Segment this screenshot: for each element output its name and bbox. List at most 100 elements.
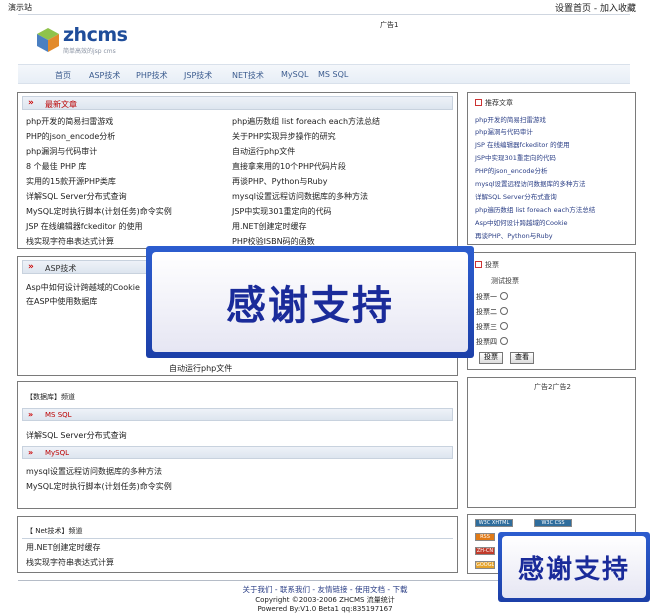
recommend-item[interactable]: JSP中实现301重定向的代码	[475, 152, 556, 162]
w3c-xhtml-badge[interactable]: W3C XHTML	[475, 519, 513, 527]
latest-item[interactable]: 用.NET创建定时缓存	[232, 221, 306, 232]
recommend-item[interactable]: JSP 在线编辑器fckeditor 的使用	[475, 139, 570, 149]
net-divider	[22, 538, 453, 539]
recommend-item[interactable]: 详解SQL Server分布式查询	[475, 191, 557, 201]
double-arrow-icon: »	[28, 410, 34, 419]
google-badge[interactable]: GOOGLE	[475, 561, 495, 569]
double-arrow-icon: »	[28, 262, 34, 272]
nav-asp[interactable]: ASP技术	[89, 70, 120, 81]
latest-item[interactable]: JSP 在线编辑器fckeditor 的使用	[26, 221, 142, 232]
latest-item[interactable]: php遍历数组 list foreach each方法总结	[232, 116, 380, 127]
latest-articles-panel: » 最新文章 php开发的简易扫雷游戏 PHP的json_encode分析 ph…	[17, 92, 458, 249]
net-item[interactable]: 用.NET创建定时缓存	[26, 542, 100, 553]
latest-item[interactable]: 直接拿来用的10个PHP代码片段	[232, 161, 346, 172]
latest-item[interactable]: MySQL定时执行脚本(计划任务)命令实例	[26, 206, 172, 217]
latest-item[interactable]: mysql设置远程访问数据库的多种方法	[232, 191, 368, 202]
mysql-item[interactable]: MySQL定时执行脚本(计划任务)命令实例	[26, 481, 172, 492]
poll-panel: 投票 测试投票 投票一 投票二 投票三 投票四 投票 查看	[467, 252, 636, 370]
radio-icon	[500, 337, 508, 345]
section-square-icon	[475, 99, 482, 106]
net-item[interactable]: 栈实现字符串表达式计算	[26, 557, 114, 568]
view-results-button[interactable]: 查看	[510, 352, 534, 364]
nav-php[interactable]: PHP技术	[136, 70, 168, 81]
poll-option-3[interactable]: 投票三	[476, 322, 508, 332]
radio-icon	[500, 322, 508, 330]
main-nav: 首页 ASP技术 PHP技术 JSP技术 NET技术 MySQL MS SQL	[18, 64, 630, 84]
w3c-css-badge[interactable]: W3C CSS	[534, 519, 572, 527]
asp-item[interactable]: 在ASP中使用数据库	[26, 296, 97, 307]
mysql-header: » MySQL	[22, 446, 453, 459]
set-home-link[interactable]: 设置首页	[555, 4, 591, 14]
nav-mssql[interactable]: MS SQL	[318, 70, 348, 79]
latest-item[interactable]: JSP中实现301重定向的代码	[232, 206, 332, 217]
mysql-item[interactable]: mysql设置远程访问数据库的多种方法	[26, 466, 162, 477]
latest-articles-title: 最新文章	[45, 100, 77, 109]
database-title: 【数据库】频道	[26, 393, 75, 401]
recommend-item[interactable]: php开发的简易扫雷游戏	[475, 114, 546, 124]
net-title: 【 Net技术】频道	[26, 527, 83, 535]
top-links-separator: -	[591, 4, 600, 14]
recommend-item[interactable]: php遍历数组 list foreach each方法总结	[475, 204, 595, 214]
ad-banner-1[interactable]: 广告1	[380, 20, 398, 30]
top-links: 设置首页 - 加入收藏	[555, 1, 636, 14]
latest-item[interactable]: 再谈PHP、Python与Ruby	[232, 176, 327, 187]
footer-powered: Powered By:V1.0 Beta1 qq:835197167	[257, 605, 393, 613]
latest-item[interactable]: php漏洞与代码审计	[26, 146, 97, 157]
recommend-item[interactable]: 再谈PHP、Python与Ruby	[475, 230, 553, 240]
top-bar: 演示站 设置首页 - 加入收藏	[0, 0, 650, 14]
double-arrow-icon: »	[28, 98, 34, 108]
latest-articles-header: » 最新文章	[22, 96, 453, 110]
nav-mysql[interactable]: MySQL	[281, 70, 308, 79]
latest-item[interactable]: 8 个最佳 PHP 库	[26, 161, 86, 172]
vote-button[interactable]: 投票	[479, 352, 503, 364]
top-divider	[18, 14, 630, 15]
latest-item[interactable]: php开发的简易扫雷游戏	[26, 116, 113, 127]
nav-jsp[interactable]: JSP技术	[184, 70, 212, 81]
asp-item[interactable]: 自动运行php文件	[169, 363, 232, 374]
logo-slogan: 简单高效的jsp cms	[63, 48, 116, 55]
ad-panel-2: 广告2广告2	[467, 377, 636, 508]
radio-icon	[500, 307, 508, 315]
add-favorite-link[interactable]: 加入收藏	[600, 4, 636, 14]
zh-cn-badge[interactable]: ZH-CN	[475, 547, 495, 555]
poll-title: 投票	[485, 261, 499, 269]
section-square-icon	[475, 261, 482, 268]
recommend-item[interactable]: Asp中如何设计跨越域的Cookie	[475, 217, 568, 227]
double-arrow-icon: »	[28, 448, 34, 457]
poll-option-2[interactable]: 投票二	[476, 307, 508, 317]
latest-item[interactable]: 详解SQL Server分布式查询	[26, 191, 127, 202]
latest-item[interactable]: 栈实现字符串表达式计算	[26, 236, 114, 247]
database-panel: 【数据库】频道 » MS SQL 详解SQL Server分布式查询 » MyS…	[17, 381, 458, 509]
ad-banner-2[interactable]: 广告2广告2	[468, 382, 637, 392]
mysql-title: MySQL	[45, 449, 70, 457]
poll-option-1[interactable]: 投票一	[476, 292, 508, 302]
thanks-watermark-small: 感谢支持	[498, 532, 650, 602]
recommend-item[interactable]: PHP的json_encode分析	[475, 165, 548, 175]
latest-item[interactable]: 关于PHP实现异步操作的研究	[232, 131, 336, 142]
recommend-title: 推荐文章	[485, 99, 513, 107]
site-name: 演示站	[8, 3, 32, 12]
asp-item[interactable]: Asp中如何设计跨越域的Cookie	[26, 282, 140, 293]
poll-subject: 测试投票	[491, 277, 519, 285]
nav-net[interactable]: NET技术	[232, 70, 264, 81]
watermark-text: 感谢支持	[152, 252, 468, 352]
recommend-item[interactable]: php漏洞与代码审计	[475, 126, 533, 136]
rss-badge[interactable]: RSS	[475, 533, 495, 541]
cube-logo-icon	[37, 28, 59, 52]
asp-title: ASP技术	[45, 264, 77, 273]
recommend-item[interactable]: mysql设置远程访问数据库的多种方法	[475, 178, 586, 188]
thanks-watermark-large: 感谢支持	[146, 246, 474, 358]
nav-home[interactable]: 首页	[55, 70, 71, 81]
poll-option-4[interactable]: 投票四	[476, 337, 508, 347]
mssql-title: MS SQL	[45, 411, 72, 419]
site-logo[interactable]: zhcms 简单高效的jsp cms	[36, 24, 146, 58]
watermark-text: 感谢支持	[502, 536, 646, 598]
logo-name: zhcms	[63, 24, 128, 46]
net-panel: 【 Net技术】频道 用.NET创建定时缓存 栈实现字符串表达式计算	[17, 516, 458, 573]
mssql-item[interactable]: 详解SQL Server分布式查询	[26, 430, 127, 441]
radio-icon	[500, 292, 508, 300]
latest-item[interactable]: 实用的15款开源PHP类库	[26, 176, 116, 187]
latest-item[interactable]: PHP的json_encode分析	[26, 131, 115, 142]
recommend-panel: 推荐文章 php开发的简易扫雷游戏 php漏洞与代码审计 JSP 在线编辑器fc…	[467, 92, 636, 245]
latest-item[interactable]: 自动运行php文件	[232, 146, 295, 157]
